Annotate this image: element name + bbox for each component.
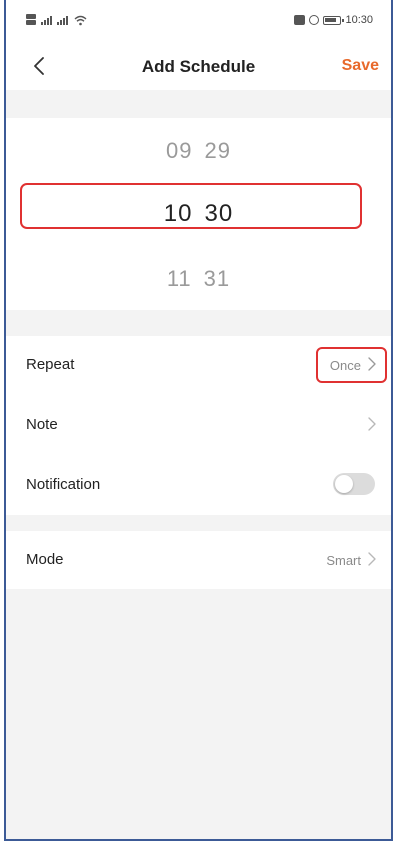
mode-value: Smart bbox=[326, 553, 361, 568]
note-row[interactable]: Note bbox=[6, 396, 391, 454]
mode-row[interactable]: Mode Smart bbox=[6, 531, 391, 589]
picker-hour-next[interactable]: 11 bbox=[167, 266, 192, 292]
notification-row: Notification bbox=[6, 456, 391, 514]
toggle-knob bbox=[335, 475, 353, 493]
save-button[interactable]: Save bbox=[342, 57, 379, 75]
status-bar: 10:30 bbox=[6, 0, 391, 42]
picker-hour-previous[interactable]: 09 bbox=[166, 138, 192, 164]
nfc-icon bbox=[294, 15, 306, 25]
picker-row-next[interactable]: 11 31 bbox=[6, 266, 391, 292]
clock-icon bbox=[309, 15, 320, 25]
note-label: Note bbox=[26, 416, 58, 433]
status-time: 10:30 bbox=[345, 14, 373, 26]
mode-list: Mode Smart bbox=[6, 531, 391, 589]
picker-row-previous[interactable]: 09 29 bbox=[6, 138, 391, 164]
selected-time-highlight bbox=[20, 183, 362, 229]
notification-label: Notification bbox=[26, 476, 101, 493]
repeat-label: Repeat bbox=[26, 356, 75, 373]
signal-icon bbox=[57, 15, 68, 25]
chevron-right-icon bbox=[368, 552, 376, 566]
notification-toggle[interactable] bbox=[333, 473, 375, 495]
time-picker[interactable]: 09 29 10 30 11 31 bbox=[6, 118, 391, 310]
mode-label: Mode bbox=[26, 551, 64, 568]
phone-screen: 10:30 Add Schedule Save 09 29 10 30 11 31 R… bbox=[4, 0, 393, 841]
chevron-right-icon bbox=[368, 417, 376, 431]
wifi-icon bbox=[74, 15, 87, 25]
status-left-icons bbox=[26, 14, 87, 26]
sim-card-icon bbox=[26, 14, 36, 26]
signal-icon bbox=[41, 15, 52, 25]
header: Add Schedule Save bbox=[6, 42, 391, 90]
picker-minute-next[interactable]: 31 bbox=[204, 266, 230, 292]
repeat-highlight bbox=[316, 347, 387, 383]
settings-list: Repeat Once Note Notification bbox=[6, 336, 391, 515]
page-title: Add Schedule bbox=[141, 57, 256, 76]
status-right-icons: 10:30 bbox=[294, 14, 373, 26]
battery-icon bbox=[323, 15, 345, 25]
repeat-row[interactable]: Repeat Once bbox=[6, 336, 391, 394]
picker-minute-previous[interactable]: 29 bbox=[205, 138, 231, 164]
